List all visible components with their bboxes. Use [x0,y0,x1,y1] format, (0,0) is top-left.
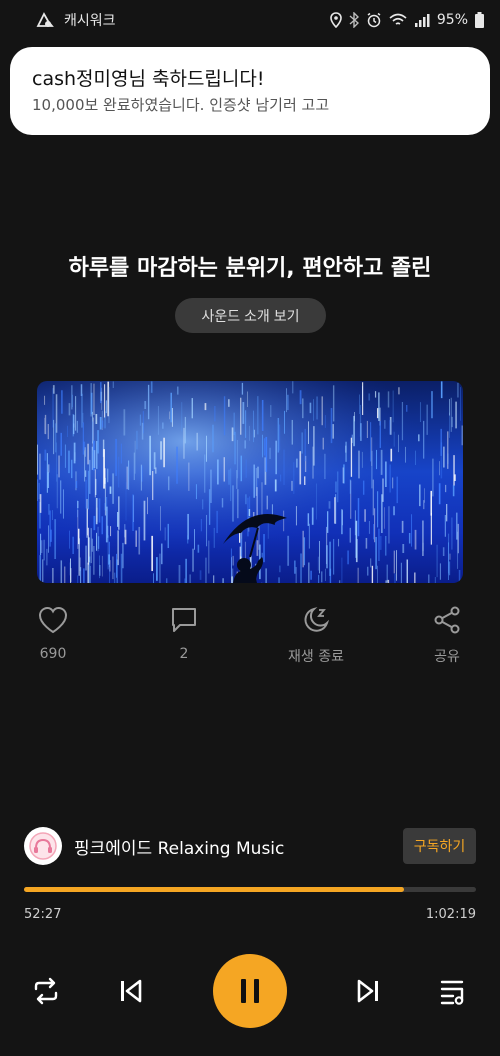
battery-icon [475,12,484,28]
location-icon [330,12,342,28]
pause-icon [241,979,259,1003]
action-bar: 690 2 재생 종료 공유 [0,606,500,666]
sound-intro-button[interactable]: 사운드 소개 보기 [175,298,326,333]
status-app-name: 캐시워크 [64,13,116,29]
bluetooth-icon [349,12,359,28]
playlist-icon [440,980,464,1005]
battery-percent: 95% [436,12,468,28]
repeat-button[interactable] [28,974,64,1008]
sound-title: 하루를 마감하는 분위기, 편안하고 졸린 [68,256,432,281]
cashwalk-app-icon [36,12,54,27]
total-time: 1:02:19 [425,907,476,922]
channel-row: 핑크에이드 Relaxing Music 구독하기 [24,826,476,866]
share-action[interactable]: 공유 [407,606,487,666]
wifi-icon [389,13,407,25]
skip-next-icon [357,979,378,1003]
comment-action[interactable]: 2 [144,606,224,662]
cover-artwork [37,381,463,583]
notification-body: 10,000보 완료하였습니다. 인증샷 남기러 고고 [32,96,330,114]
share-label: 공유 [434,649,460,665]
moon-sleep-icon [304,607,330,632]
sleep-timer-label: 재생 종료 [288,649,344,665]
comment-count: 2 [179,646,189,662]
heart-icon [38,606,68,634]
like-action[interactable]: 690 [13,606,93,662]
subscribe-button[interactable]: 구독하기 [403,828,476,864]
status-bar: 캐시워크 95% [0,0,500,40]
pinkade-logo-icon [29,832,57,860]
playlist-button[interactable] [436,974,472,1008]
channel-avatar[interactable] [24,827,62,865]
share-icon [434,606,460,634]
play-pause-button[interactable] [213,954,287,1028]
notification-title: cash정미영님 축하드립니다! [32,68,265,90]
rain-artwork-image [37,381,463,583]
repeat-icon [34,977,58,1005]
alarm-icon [367,12,381,28]
status-icons: 95% [330,12,484,28]
seek-bar-progress [24,887,404,892]
signal-icon [414,14,430,27]
previous-button[interactable] [113,974,149,1008]
playback-controls [0,954,500,1028]
next-button[interactable] [350,974,386,1008]
comment-icon [172,608,196,632]
seek-bar[interactable] [24,887,476,892]
like-count: 690 [39,646,67,662]
current-time: 52:27 [24,907,62,922]
notification-banner[interactable]: cash정미영님 축하드립니다! 10,000보 완료하였습니다. 인증샷 남기… [10,47,490,135]
skip-previous-icon [121,979,142,1003]
sleep-timer-action[interactable]: 재생 종료 [276,606,356,666]
channel-name[interactable]: 핑크에이드 Relaxing Music [74,834,284,859]
